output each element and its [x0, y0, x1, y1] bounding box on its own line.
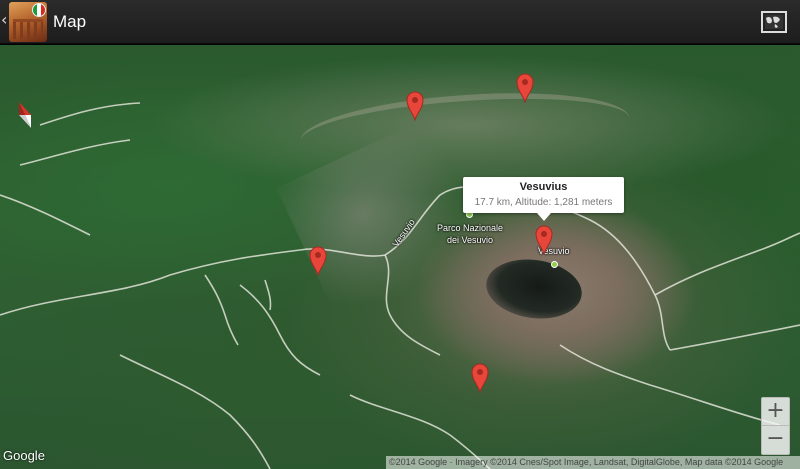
park-label-line1: Parco Nazionale — [436, 223, 504, 233]
map-pin-icon — [309, 246, 327, 277]
back-chevron-icon[interactable]: ‹ — [1, 12, 7, 28]
zoom-in-button[interactable]: + — [761, 397, 790, 426]
google-logo[interactable]: Google — [3, 448, 45, 464]
map-pin-icon — [516, 73, 534, 104]
info-window-snippet: 17.7 km, Altitude: 1,281 meters — [474, 197, 613, 208]
page-title: Map — [53, 12, 87, 31]
park-label-line2: dei Vesuvio — [446, 235, 494, 245]
map-pin-icon — [406, 91, 424, 122]
map-pin-icon — [471, 363, 489, 394]
map-pin-icon — [535, 225, 553, 256]
map-marker[interactable] — [309, 246, 327, 277]
italy-flag-icon — [32, 3, 46, 17]
zoom-out-button[interactable]: − — [761, 426, 790, 455]
info-window-title: Vesuvius — [519, 181, 568, 193]
map-marker[interactable] — [471, 363, 489, 394]
map-type-button[interactable] — [760, 9, 788, 35]
app-icon[interactable] — [9, 2, 47, 42]
colosseum-icon — [13, 19, 43, 39]
map-marker[interactable] — [516, 73, 534, 104]
map-attribution: ©2014 Google · Imagery ©2014 Cnes/Spot I… — [386, 456, 800, 469]
marker-info-window[interactable]: Vesuvius 17.7 km, Altitude: 1,281 meters — [463, 177, 624, 221]
satellite-map[interactable]: Vesuvio Parco Nazionale dei Vesuvio Vesu… — [0, 45, 800, 469]
compass-button[interactable] — [15, 102, 35, 128]
roads-overlay — [0, 102, 800, 469]
map-marker-selected[interactable] — [535, 225, 553, 256]
world-map-icon — [761, 11, 787, 33]
compass-icon — [19, 102, 31, 128]
map-marker[interactable] — [406, 91, 424, 122]
action-bar: ‹ Map — [0, 0, 800, 44]
crater-poi-dot[interactable] — [551, 261, 558, 268]
